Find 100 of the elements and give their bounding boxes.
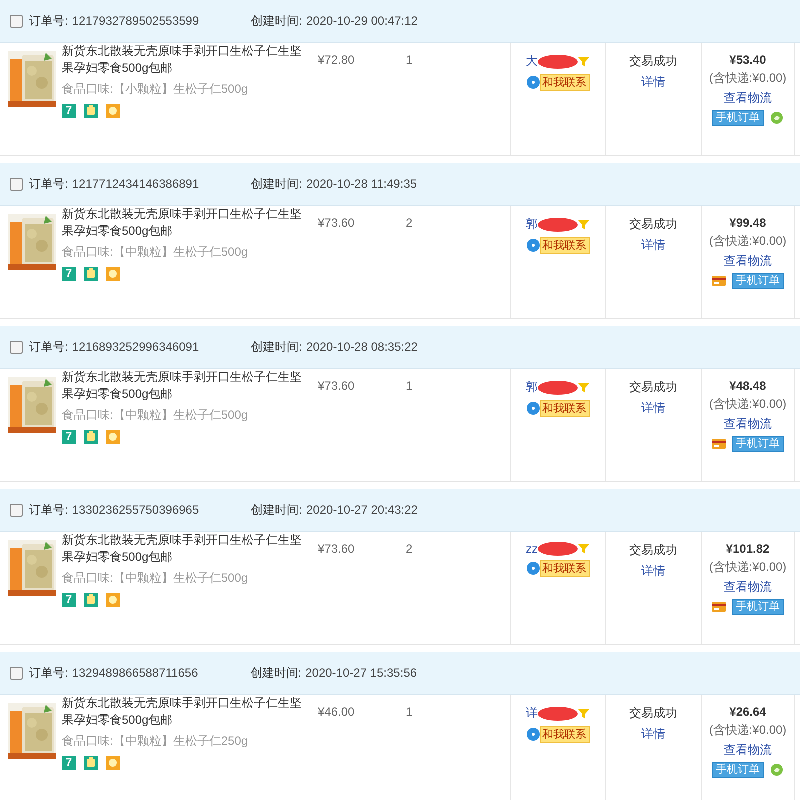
quantity: 1 bbox=[405, 705, 413, 719]
product-title[interactable]: 新货东北散装无壳原味手剥开口生松子仁生坚果孕妇零食500g包邮 bbox=[62, 369, 311, 403]
sun-icon bbox=[106, 756, 120, 770]
order-status: 交易成功 bbox=[630, 542, 678, 559]
order-total: ¥48.48 bbox=[730, 379, 766, 393]
redaction-mark bbox=[538, 54, 578, 68]
contact-button[interactable]: 和我联系 bbox=[540, 237, 590, 254]
flavor-label: 食品口味: bbox=[62, 407, 114, 424]
contact-button[interactable]: 和我联系 bbox=[540, 726, 590, 743]
chat-icon bbox=[526, 402, 540, 415]
product-title[interactable]: 新货东北散装无壳原味手剥开口生松子仁生坚果孕妇零食500g包邮 bbox=[62, 532, 311, 566]
created-time: 2020-10-28 08:35:22 bbox=[306, 340, 418, 354]
logistics-link[interactable]: 查看物流 bbox=[724, 253, 772, 270]
buyer-name[interactable]: zz bbox=[526, 542, 538, 556]
service-badge: 7 bbox=[62, 267, 76, 281]
contact-button[interactable]: 和我联系 bbox=[540, 560, 590, 577]
product-spec: 【中颗粒】生松子仁500g bbox=[113, 407, 248, 424]
unit-price: ¥73.60 bbox=[317, 216, 355, 230]
order-number-label: 订单号: bbox=[29, 176, 68, 192]
order-number-label: 订单号: bbox=[29, 338, 68, 356]
quantity: 2 bbox=[405, 216, 413, 230]
flavor-label: 食品口味: bbox=[62, 570, 114, 587]
created-time: 2020-10-27 20:43:22 bbox=[306, 503, 418, 517]
product-spec: 【中颗粒】生松子仁500g bbox=[113, 570, 248, 587]
chat-icon bbox=[526, 239, 540, 252]
quantity: 2 bbox=[405, 542, 413, 556]
order-number: 1330236255750396965 bbox=[72, 503, 200, 517]
product-title[interactable]: 新货东北散装无壳原味手剥开口生松子仁生坚果孕妇零食500g包邮 bbox=[62, 695, 311, 729]
order-total: ¥99.48 bbox=[730, 216, 766, 230]
order-status: 交易成功 bbox=[630, 705, 678, 722]
sun-icon bbox=[106, 267, 120, 281]
order-number: 1217712434146386891 bbox=[72, 177, 200, 191]
shield-icon bbox=[84, 430, 98, 444]
created-label: 创建时间: bbox=[251, 502, 302, 518]
product-spec: 【中颗粒】生松子仁500g bbox=[113, 244, 248, 261]
checkbox[interactable] bbox=[10, 340, 23, 354]
details-link[interactable]: 详情 bbox=[642, 563, 666, 580]
order-status: 交易成功 bbox=[630, 379, 678, 396]
chat-icon bbox=[526, 562, 540, 575]
card-icon bbox=[712, 602, 726, 612]
quantity: 1 bbox=[405, 53, 413, 67]
shield-icon bbox=[84, 104, 98, 118]
logistics-link[interactable]: 查看物流 bbox=[724, 90, 772, 107]
shield-icon bbox=[84, 267, 98, 281]
mobile-order-badge: 手机订单 bbox=[732, 273, 784, 289]
logistics-link[interactable]: 查看物流 bbox=[724, 742, 772, 759]
contact-button[interactable]: 和我联系 bbox=[540, 400, 590, 417]
created-label: 创建时间: bbox=[251, 12, 302, 30]
checkbox[interactable] bbox=[10, 666, 23, 680]
contact-button[interactable]: 和我联系 bbox=[540, 74, 590, 91]
sun-icon bbox=[106, 593, 120, 607]
redaction-mark bbox=[538, 542, 578, 556]
filter-icon[interactable] bbox=[578, 543, 590, 555]
product-title[interactable]: 新货东北散装无壳原味手剥开口生松子仁生坚果孕妇零食500g包邮 bbox=[62, 43, 311, 77]
unit-price: ¥73.60 bbox=[317, 542, 355, 556]
flavor-label: 食品口味: bbox=[62, 81, 114, 98]
filter-icon[interactable] bbox=[578, 56, 590, 68]
shipping-fee: (含快递:¥0.00) bbox=[709, 233, 787, 250]
shipping-fee: (含快递:¥0.00) bbox=[709, 396, 787, 413]
unit-price: ¥72.80 bbox=[317, 53, 355, 67]
service-badge: 7 bbox=[62, 430, 76, 444]
product-title[interactable]: 新货东北散装无壳原味手剥开口生松子仁生坚果孕妇零食500g包邮 bbox=[62, 206, 311, 240]
buyer-name[interactable]: 大 bbox=[526, 53, 538, 70]
order-total: ¥53.40 bbox=[730, 53, 766, 67]
mobile-order-badge: 手机订单 bbox=[712, 762, 764, 778]
filter-icon[interactable] bbox=[578, 708, 590, 720]
chat-icon bbox=[526, 728, 540, 741]
flavor-label: 食品口味: bbox=[62, 733, 114, 750]
shipping-fee: (含快递:¥0.00) bbox=[709, 722, 787, 739]
checkbox[interactable] bbox=[10, 178, 23, 190]
product-spec: 【小颗粒】生松子仁500g bbox=[113, 81, 248, 98]
order-number-label: 订单号: bbox=[29, 12, 68, 30]
details-link[interactable]: 详情 bbox=[642, 726, 666, 743]
buyer-name[interactable]: 详 bbox=[526, 705, 538, 722]
shield-icon bbox=[84, 593, 98, 607]
leaf-icon bbox=[770, 111, 784, 125]
logistics-link[interactable]: 查看物流 bbox=[724, 416, 772, 433]
created-time: 2020-10-28 11:49:35 bbox=[306, 177, 418, 191]
mobile-order-badge: 手机订单 bbox=[732, 436, 784, 452]
created-label: 创建时间: bbox=[251, 176, 302, 192]
order-number: 1216893252996346091 bbox=[72, 340, 200, 354]
shipping-fee: (含快递:¥0.00) bbox=[709, 70, 787, 87]
service-badge: 7 bbox=[62, 104, 76, 118]
buyer-name[interactable]: 郭 bbox=[526, 379, 538, 396]
filter-icon[interactable] bbox=[578, 218, 590, 230]
order-status: 交易成功 bbox=[630, 216, 678, 233]
unit-price: ¥73.60 bbox=[317, 379, 355, 393]
details-link[interactable]: 详情 bbox=[642, 74, 666, 91]
logistics-link[interactable]: 查看物流 bbox=[724, 579, 772, 596]
created-label: 创建时间: bbox=[250, 664, 302, 682]
buyer-name[interactable]: 郭 bbox=[526, 216, 538, 233]
checkbox[interactable] bbox=[10, 504, 23, 516]
redaction-mark bbox=[538, 218, 578, 232]
checkbox[interactable] bbox=[10, 14, 23, 28]
details-link[interactable]: 详情 bbox=[642, 400, 666, 417]
order-total: ¥26.64 bbox=[730, 705, 766, 719]
details-link[interactable]: 详情 bbox=[642, 237, 666, 254]
product-spec: 【中颗粒】生松子仁250g bbox=[113, 733, 248, 750]
redaction-mark bbox=[538, 706, 578, 720]
filter-icon[interactable] bbox=[578, 382, 590, 394]
